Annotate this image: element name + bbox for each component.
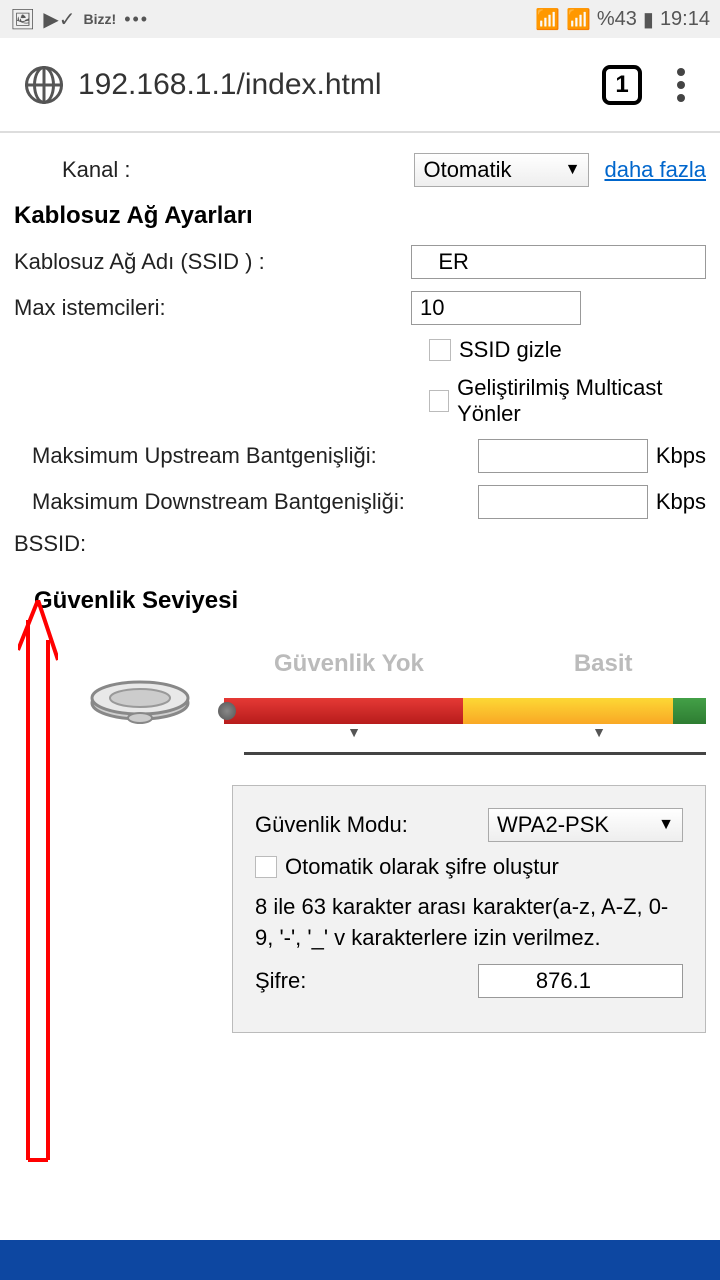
wifi-icon: 📶 xyxy=(535,7,560,32)
more-dots-icon: ••• xyxy=(124,9,149,30)
password-hint: 8 ile 63 karakter arası karakter(a-z, A-… xyxy=(255,892,683,954)
security-settings-box: Güvenlik Modu: WPA2-PSK ▼ Otomatik olara… xyxy=(232,785,706,1033)
browser-bar: 192.168.1.1/index.html 1 xyxy=(0,38,720,133)
max-up-label: Maksimum Upstream Bantgenişliği: xyxy=(32,443,377,469)
globe-icon xyxy=(25,66,63,104)
bssid-label: BSSID: xyxy=(14,531,86,557)
max-down-input[interactable] xyxy=(478,485,648,519)
security-mode-select[interactable]: WPA2-PSK ▼ xyxy=(488,808,683,842)
multicast-label: Geliştirilmiş Multicast Yönler xyxy=(457,375,706,427)
ssid-input[interactable] xyxy=(411,245,706,279)
hide-ssid-label: SSID gizle xyxy=(459,337,562,363)
security-mode-label: Güvenlik Modu: xyxy=(255,812,408,838)
security-slider[interactable]: ▼ ▼ xyxy=(224,698,706,724)
chevron-down-icon: ▼ xyxy=(658,816,674,834)
more-link[interactable]: daha fazla xyxy=(604,157,706,183)
signal-icon: 📶 xyxy=(566,7,591,32)
divider xyxy=(244,752,706,755)
max-clients-label: Max istemcileri: xyxy=(14,295,166,321)
hide-ssid-checkbox[interactable] xyxy=(429,339,451,361)
max-down-label: Maksimum Downstream Bantgenişliği: xyxy=(32,489,405,515)
battery-icon: ▮ xyxy=(643,7,654,32)
clock: 19:14 xyxy=(660,8,710,31)
max-up-input[interactable] xyxy=(478,439,648,473)
kbps-unit-down: Kbps xyxy=(656,489,706,515)
max-clients-input[interactable] xyxy=(411,291,581,325)
security-none-label: Güvenlik Yok xyxy=(274,650,424,678)
password-label: Şifre: xyxy=(255,968,306,994)
tab-count-button[interactable]: 1 xyxy=(602,65,642,105)
bizz-label: Bizz! xyxy=(84,11,117,27)
wireless-section-title: Kablosuz Ağ Ayarları xyxy=(14,202,706,230)
menu-button[interactable] xyxy=(667,68,695,102)
chevron-down-icon: ▼ xyxy=(565,161,581,179)
footer-bar xyxy=(0,1240,720,1280)
auto-password-checkbox[interactable] xyxy=(255,856,277,878)
annotation-arrow xyxy=(18,600,58,1180)
security-basic-label: Basit xyxy=(574,650,633,678)
router-icon xyxy=(85,658,195,739)
multicast-checkbox[interactable] xyxy=(429,390,449,412)
security-title: Güvenlik Seviyesi xyxy=(34,587,706,615)
channel-label: Kanal : xyxy=(62,157,131,183)
gallery-icon: 🖼 xyxy=(10,7,35,32)
ssid-label: Kablosuz Ağ Adı (SSID ) : xyxy=(14,249,265,275)
kbps-unit-up: Kbps xyxy=(656,443,706,469)
status-bar: 🖼 ▶✓ Bizz! ••• 📶 📶 %43 ▮ 19:14 xyxy=(0,0,720,38)
url-text[interactable]: 192.168.1.1/index.html xyxy=(78,68,602,102)
channel-select[interactable]: Otomatik ▼ xyxy=(414,153,589,187)
auto-password-label: Otomatik olarak şifre oluştur xyxy=(285,854,559,880)
battery-pct: %43 xyxy=(597,8,637,31)
password-input[interactable] xyxy=(478,964,683,998)
play-icon: ▶✓ xyxy=(43,7,75,32)
